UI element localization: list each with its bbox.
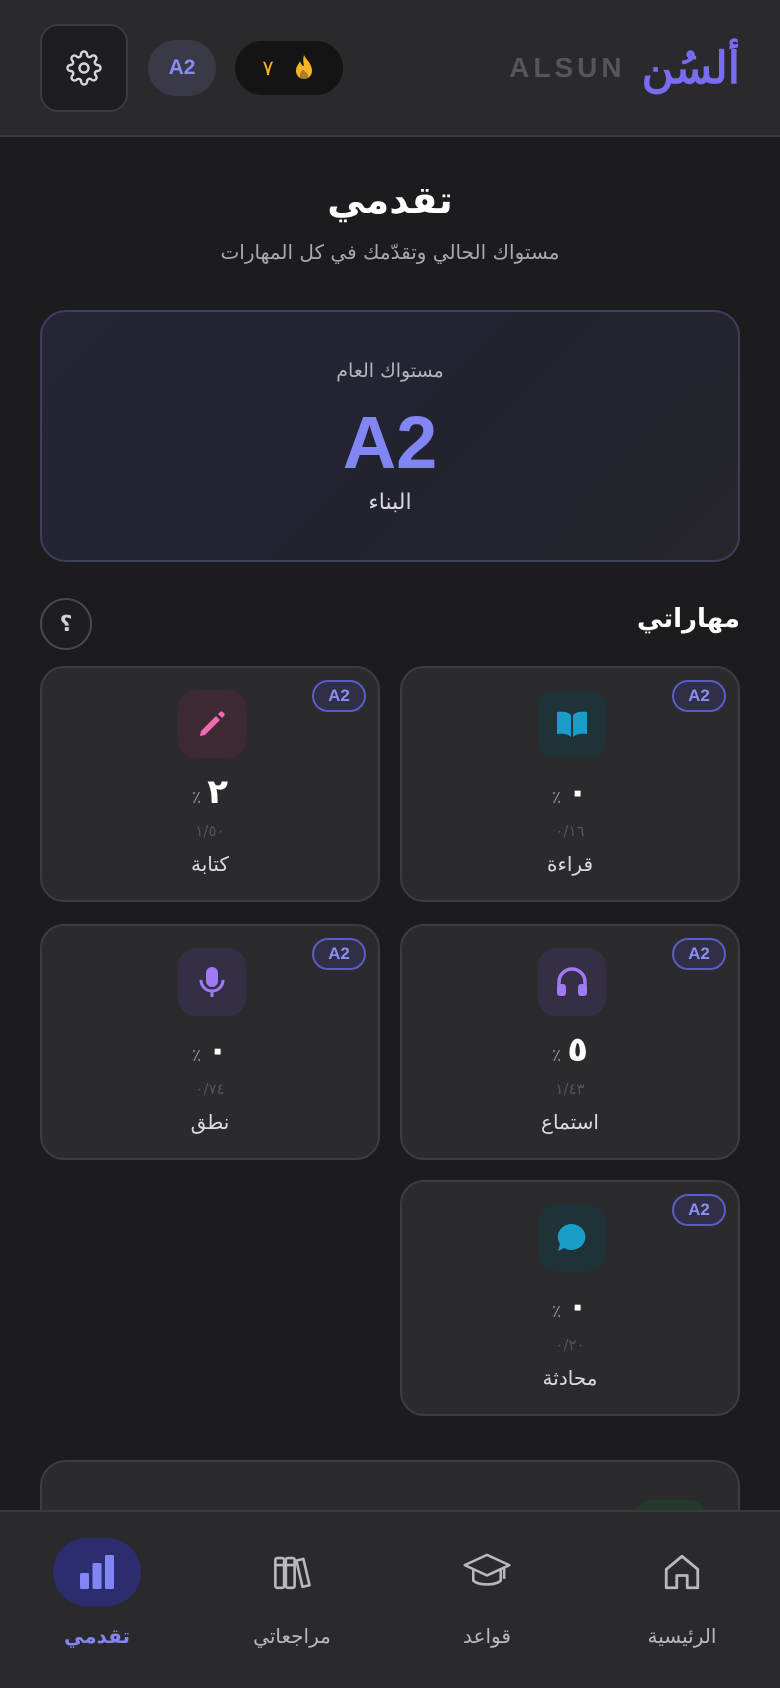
skill-card-writing[interactable]: A2 ٢٪ ١/٥٠ كتابة — [40, 666, 380, 902]
page-title: تقدمي — [327, 178, 453, 222]
skill-icon-box — [538, 1204, 606, 1272]
skill-percent: ٠٪ — [192, 1030, 228, 1070]
skill-icon-box — [538, 690, 606, 758]
nav-item-grammar[interactable]: قواعد — [402, 1538, 572, 1668]
nav-label: قواعد — [463, 1624, 511, 1648]
nav-label: تقدمي — [63, 1624, 131, 1648]
nav-icon-wrap — [248, 1538, 336, 1606]
skill-level-badge: A2 — [672, 938, 726, 970]
skill-percent: ٥٪ — [552, 1030, 588, 1070]
skill-name: استماع — [541, 1110, 599, 1134]
flame-icon — [295, 55, 312, 81]
nav-item-home[interactable]: الرئيسية — [597, 1538, 767, 1668]
skill-card-pronunciation[interactable]: A2 ٠٪ ٠/٧٤ نطق — [40, 924, 380, 1160]
overall-level-value: A2 — [342, 401, 438, 484]
skill-count: ٠/٢٠ — [555, 1336, 585, 1354]
bottom-navigation: الرئيسية قواعد مراجعاتي تقدمي — [0, 1510, 780, 1688]
book-icon — [557, 711, 587, 737]
pencil-icon — [200, 711, 225, 736]
brand-name-latin: ALSUN — [509, 52, 626, 83]
overall-level-name: البناء — [368, 490, 412, 515]
skill-card-listening[interactable]: A2 ٥٪ ١/٤٣ استماع — [400, 924, 740, 1160]
skill-percent: ٢٪ — [192, 772, 228, 812]
headphones-icon — [557, 967, 587, 996]
skill-icon-box — [178, 690, 246, 758]
skill-name: نطق — [190, 1110, 230, 1134]
nav-item-reviews[interactable]: مراجعاتي — [207, 1538, 377, 1668]
help-button[interactable]: ؟ — [40, 598, 92, 650]
level-badge[interactable]: A2 — [148, 40, 216, 96]
skill-name: قراءة — [546, 852, 594, 876]
skill-percent: ٠٪ — [552, 1286, 588, 1326]
chat-bubble-icon — [557, 1223, 586, 1251]
skill-count: ٠/١٦ — [555, 822, 585, 840]
app-header: A2 ٧ ALSUN ألسُن — [0, 0, 780, 137]
skill-icon-box — [538, 948, 606, 1016]
skill-percent: ٠٪ — [552, 772, 588, 812]
skill-icon-box — [178, 948, 246, 1016]
nav-label: الرئيسية — [647, 1624, 717, 1648]
overall-level-label: مستواك العام — [336, 360, 444, 382]
skill-count: ١/٥٠ — [195, 822, 225, 840]
skill-card-conversation[interactable]: A2 ٠٪ ٠/٢٠ محادثة — [400, 1180, 740, 1416]
home-icon — [664, 1554, 700, 1590]
skill-name: محادثة — [542, 1366, 598, 1390]
gear-icon — [66, 50, 102, 86]
nav-icon-wrap — [638, 1538, 726, 1606]
skill-level-badge: A2 — [672, 1194, 726, 1226]
skill-card-reading[interactable]: A2 ٠٪ ٠/١٦ قراءة — [400, 666, 740, 902]
skill-count: ٠/٧٤ — [195, 1080, 225, 1098]
nav-icon-wrap — [443, 1538, 531, 1606]
books-icon — [274, 1556, 311, 1590]
skill-name: كتابة — [191, 852, 229, 876]
bar-chart-icon — [80, 1555, 114, 1589]
skill-level-badge: A2 — [672, 680, 726, 712]
nav-label: مراجعاتي — [253, 1624, 331, 1648]
streak-count: ٧ — [262, 56, 274, 80]
skill-level-badge: A2 — [312, 938, 366, 970]
overall-level-card: مستواك العام A2 البناء — [40, 310, 740, 562]
skill-level-badge: A2 — [312, 680, 366, 712]
brand-logo[interactable]: ALSUN ألسُن — [509, 38, 740, 98]
microphone-icon — [199, 967, 225, 997]
nav-icon-wrap — [53, 1538, 141, 1606]
nav-item-progress[interactable]: تقدمي — [12, 1538, 182, 1668]
brand-name-arabic: ألسُن — [641, 42, 740, 94]
graduation-cap-icon — [463, 1553, 511, 1586]
streak-badge[interactable]: ٧ — [235, 41, 343, 95]
page-subtitle: مستواك الحالي وتقدّمك في كل المهارات — [220, 240, 560, 264]
skill-count: ١/٤٣ — [555, 1080, 585, 1098]
skills-section-title: مهاراتي — [637, 604, 740, 634]
settings-button[interactable] — [40, 24, 128, 112]
